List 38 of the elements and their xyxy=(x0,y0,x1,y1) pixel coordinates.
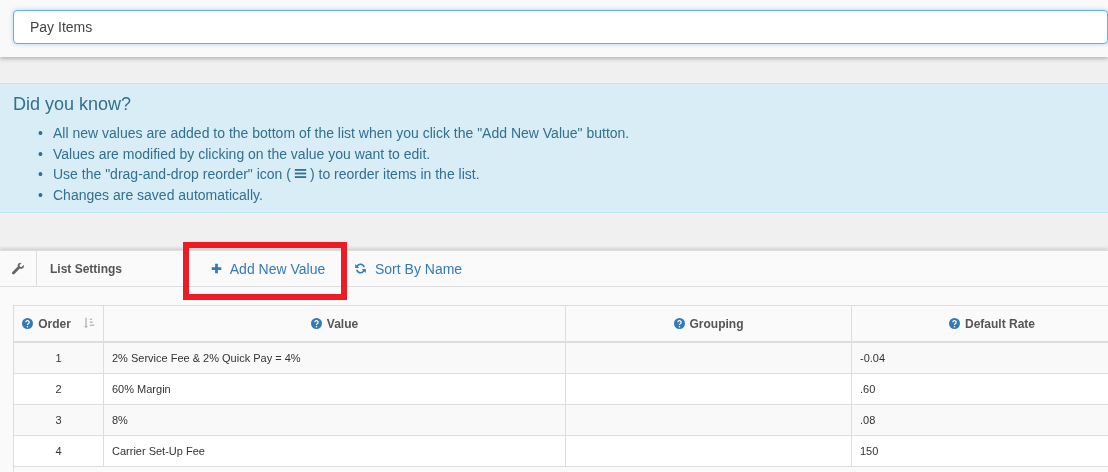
menu-icon xyxy=(293,167,307,180)
tip-text: ) to reorder items in the list. xyxy=(309,166,480,182)
plus-icon xyxy=(210,263,222,274)
tip-text: Use the "drag-and-drop reorder" icon ( xyxy=(53,166,291,182)
table-cell: 150 xyxy=(851,435,1108,466)
help-icon xyxy=(949,317,960,329)
wrench-icon xyxy=(11,261,25,276)
add-new-value-button[interactable]: Add New Value xyxy=(206,256,330,281)
tip-text: All new values are added to the bottom of the list when you click the "Add New Value" button. xyxy=(53,125,630,141)
bullet: • xyxy=(38,185,44,205)
refresh-icon xyxy=(354,262,367,275)
help-icon xyxy=(22,317,34,329)
table-cell: .60 xyxy=(851,373,1108,404)
info-heading: Did you know? xyxy=(13,94,133,115)
column-header[interactable]: Grouping xyxy=(565,305,852,342)
table-cell: 2 xyxy=(13,373,104,404)
table-cell: Carrier Set-Up Fee xyxy=(103,435,566,466)
table-cell: 8% xyxy=(103,404,566,435)
table-cell: 2% Service Fee & 2% Quick Pay = 4% xyxy=(103,342,566,373)
bullet: • xyxy=(38,165,44,184)
column-header[interactable]: Order xyxy=(13,305,104,342)
list-settings-label: List Settings xyxy=(50,261,122,276)
table-cell: 1 xyxy=(13,342,104,373)
table-cell: -0.04 xyxy=(851,342,1108,373)
name-field[interactable]: Pay Items xyxy=(13,10,1108,44)
column-header[interactable]: Value xyxy=(103,305,566,342)
help-icon xyxy=(673,317,685,329)
table-cell: 3 xyxy=(13,404,104,435)
column-header[interactable]: Default Rate xyxy=(851,305,1108,342)
bullet: • xyxy=(38,124,44,143)
bullet: • xyxy=(38,144,44,164)
tip-text: Changes are saved automatically. xyxy=(53,186,263,203)
table-cell: 60% Margin xyxy=(103,373,566,404)
help-icon xyxy=(310,317,322,329)
table-cell: 4 xyxy=(13,435,104,466)
table-cell: .08 xyxy=(851,404,1108,435)
tip-text: Values are modified by clicking on the value you want to edit. xyxy=(53,145,431,162)
sort-by-name-button[interactable]: Sort By Name xyxy=(350,256,467,281)
